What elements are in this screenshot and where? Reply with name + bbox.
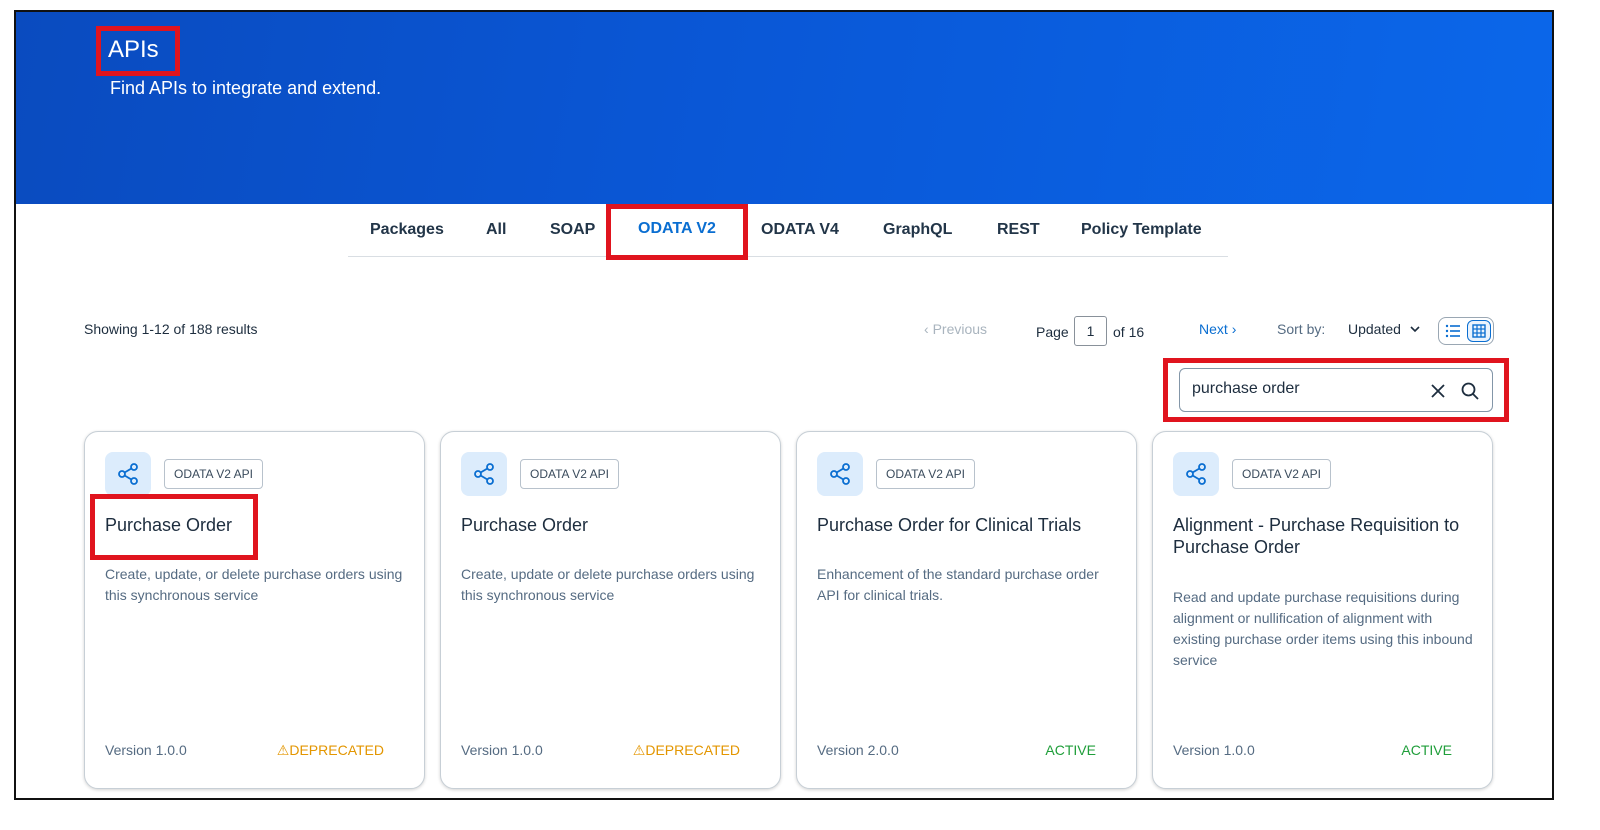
tab-soap[interactable]: SOAP [550, 221, 595, 239]
grid-view-button[interactable] [1467, 320, 1491, 342]
share-icon [830, 463, 850, 485]
api-card[interactable]: ODATA V2 API Alignment - Purchase Requis… [1152, 431, 1493, 789]
status-badge: ACTIVE [1401, 742, 1452, 758]
clear-search-button[interactable] [1428, 381, 1448, 401]
api-icon-tile [1173, 452, 1219, 496]
page-number-input[interactable]: 1 [1074, 316, 1107, 346]
page-subtitle: Find APIs to integrate and extend. [110, 78, 382, 98]
api-type-tag: ODATA V2 API [1232, 459, 1331, 489]
grid-icon [1472, 324, 1486, 338]
api-type-tabs: Packages All SOAP ODATA V2 ODATA V4 Grap… [348, 204, 1228, 257]
chevron-left-icon: ‹ [924, 321, 929, 337]
page-label: Page [1036, 324, 1069, 340]
card-title[interactable]: Purchase Order for Clinical Trials [817, 514, 1117, 536]
card-title[interactable]: Purchase Order [461, 514, 761, 536]
share-icon [1186, 463, 1206, 485]
sort-label: Sort by: [1277, 321, 1326, 337]
search-button[interactable] [1460, 381, 1480, 401]
tab-graphql[interactable]: GraphQL [883, 221, 952, 239]
next-label: Next [1199, 321, 1228, 337]
api-type-tag: ODATA V2 API [164, 459, 263, 489]
tab-all[interactable]: All [486, 221, 506, 239]
search-input[interactable] [1192, 380, 1412, 398]
tab-policy-template[interactable]: Policy Template [1081, 221, 1202, 239]
card-description: Read and update purchase requisitions du… [1173, 589, 1473, 668]
close-icon [1431, 384, 1445, 398]
previous-page-button[interactable]: ‹ Previous [924, 321, 987, 337]
page-total: of 16 [1113, 324, 1145, 340]
card-title[interactable]: Purchase Order [105, 514, 405, 536]
tab-packages[interactable]: Packages [370, 221, 444, 239]
api-type-tag: ODATA V2 API [876, 459, 975, 489]
chevron-down-icon [1410, 326, 1420, 333]
view-toggle [1438, 317, 1494, 345]
share-icon [474, 463, 494, 485]
warning-icon: ⚠ [632, 742, 646, 758]
warning-icon: ⚠ [276, 742, 290, 758]
page-title: APIs [108, 36, 159, 63]
list-icon [1445, 324, 1460, 338]
card-description: Enhancement of the standard purchase ord… [817, 566, 1099, 603]
api-icon-tile [461, 452, 507, 496]
page-frame: APIs Find APIs to integrate and extend. … [14, 10, 1554, 800]
search-icon [1461, 382, 1479, 400]
api-card[interactable]: ODATA V2 API Purchase Order Create, upda… [440, 431, 781, 789]
sort-value: Updated [1348, 321, 1401, 337]
api-icon-tile [105, 452, 151, 496]
list-view-button[interactable] [1441, 320, 1465, 342]
previous-label: Previous [932, 321, 988, 337]
results-count: Showing 1-12 of 188 results [84, 321, 258, 337]
search-box [1179, 368, 1493, 412]
card-description: Create, update, or delete purchase order… [105, 566, 403, 603]
api-card[interactable]: ODATA V2 API Purchase Order Create, upda… [84, 431, 425, 789]
share-icon [118, 463, 138, 485]
tab-odata-v4[interactable]: ODATA V4 [761, 221, 839, 239]
card-version: Version 1.0.0 [1173, 742, 1255, 758]
card-description: Create, update or delete purchase orders… [461, 566, 755, 603]
card-title[interactable]: Alignment - Purchase Requisition to Purc… [1173, 514, 1473, 558]
sort-dropdown[interactable]: Updated [1348, 321, 1421, 337]
api-card[interactable]: ODATA V2 API Purchase Order for Clinical… [796, 431, 1137, 789]
tab-rest[interactable]: REST [997, 221, 1040, 239]
next-page-button[interactable]: Next › [1199, 321, 1236, 337]
tab-odata-v2[interactable]: ODATA V2 [638, 220, 716, 238]
api-icon-tile [817, 452, 863, 496]
hero-banner: APIs Find APIs to integrate and extend. [16, 12, 1552, 204]
card-version: Version 1.0.0 [461, 742, 543, 758]
status-badge: ⚠DEPRECATED [632, 742, 740, 758]
chevron-right-icon: › [1231, 321, 1237, 337]
api-type-tag: ODATA V2 API [520, 459, 619, 489]
status-badge: ⚠DEPRECATED [276, 742, 384, 758]
status-badge: ACTIVE [1045, 742, 1096, 758]
card-version: Version 2.0.0 [817, 742, 899, 758]
card-version: Version 1.0.0 [105, 742, 187, 758]
